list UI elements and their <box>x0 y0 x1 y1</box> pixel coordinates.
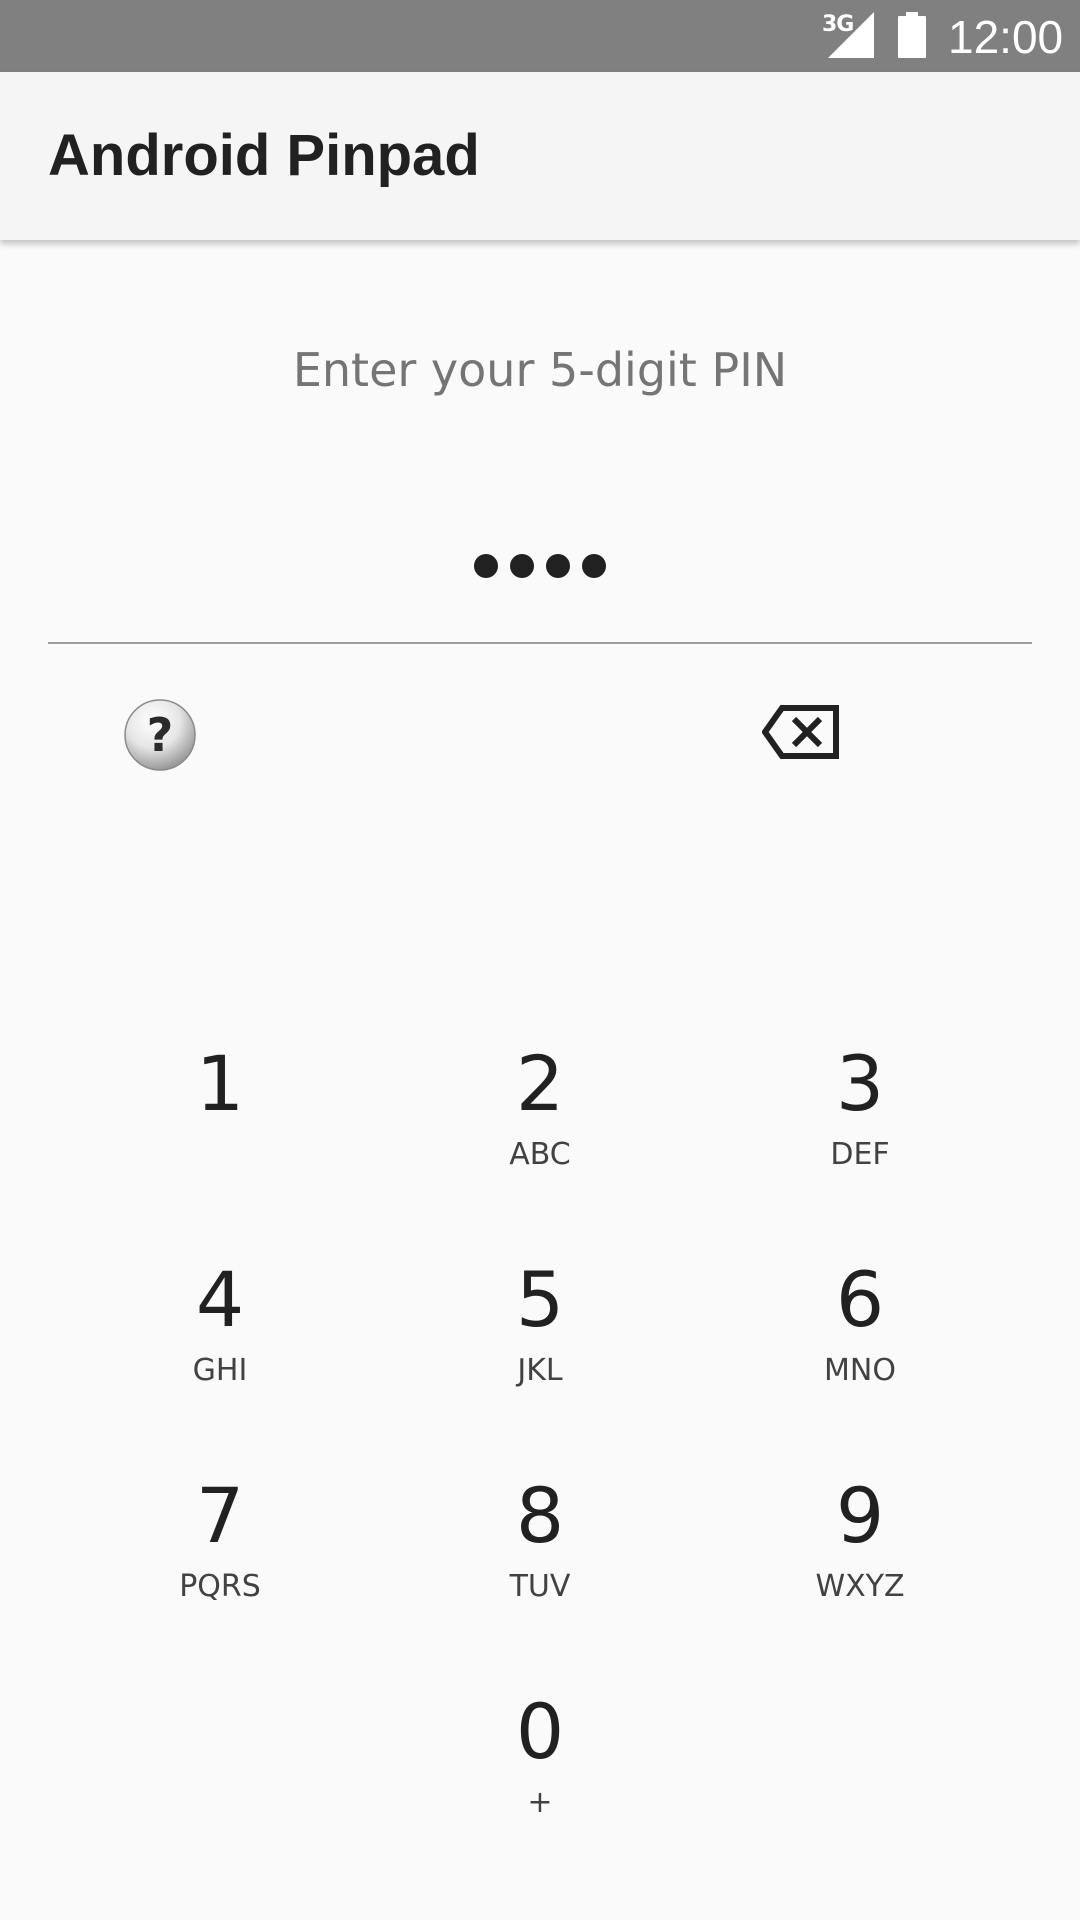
key-2[interactable]: 2 ABC <box>380 1000 700 1216</box>
status-time: 12:00 <box>948 11 1064 63</box>
key-letters: ABC <box>509 1137 571 1172</box>
help-icon[interactable]: ? <box>123 698 197 772</box>
key-digit: 9 <box>835 1471 885 1560</box>
svg-text:?: ? <box>147 708 174 762</box>
help-button[interactable] <box>60 1648 380 1864</box>
key-5[interactable]: 5 JKL <box>380 1216 700 1432</box>
pin-prompt: Enter your 5-digit PIN <box>292 343 788 397</box>
pin-dots <box>48 554 1032 578</box>
key-8[interactable]: 8 TUV <box>380 1432 700 1648</box>
key-7[interactable]: 7 PQRS <box>60 1432 380 1648</box>
key-9[interactable]: 9 WXYZ <box>700 1432 1020 1648</box>
key-digit: 1 <box>195 1039 245 1128</box>
key-letters: GHI <box>192 1353 248 1388</box>
key-letters: DEF <box>830 1137 890 1172</box>
key-digit: 6 <box>835 1255 885 1344</box>
pin-field[interactable] <box>48 540 1032 644</box>
app-bar: Android Pinpad <box>0 72 1080 240</box>
key-letters: TUV <box>509 1569 571 1604</box>
key-6[interactable]: 6 MNO <box>700 1216 1020 1432</box>
key-letters: + <box>527 1785 553 1820</box>
pin-dot <box>510 554 534 578</box>
network-type-label: 3G <box>822 12 854 37</box>
key-digit: 8 <box>515 1471 565 1560</box>
key-digit: 0 <box>515 1687 565 1776</box>
key-4[interactable]: 4 GHI <box>60 1216 380 1432</box>
key-digit: 4 <box>195 1255 245 1344</box>
pin-dot <box>582 554 606 578</box>
status-bar: 3G 12:00 <box>0 0 1080 72</box>
app-title: Android Pinpad <box>48 123 480 188</box>
key-letters: PQRS <box>179 1569 261 1604</box>
key-letters: MNO <box>824 1353 896 1388</box>
key-digit: 2 <box>515 1039 565 1128</box>
key-1[interactable]: 1 <box>60 1000 380 1216</box>
backspace-button[interactable] <box>700 1648 1020 1864</box>
keypad: 1 2 ABC 3 DEF 4 GHI 5 JKL 6 MNO 7 PQRS 8… <box>60 1000 1020 1864</box>
key-digit: 7 <box>195 1471 245 1560</box>
battery-icon <box>898 12 926 58</box>
pin-dot <box>474 554 498 578</box>
key-letters: WXYZ <box>815 1569 905 1604</box>
backspace-icon[interactable] <box>762 704 840 760</box>
key-letters: JKL <box>517 1353 563 1388</box>
pin-dot <box>546 554 570 578</box>
key-0[interactable]: 0 + <box>380 1648 700 1864</box>
key-digit: 5 <box>515 1255 565 1344</box>
key-digit: 3 <box>835 1039 885 1128</box>
key-3[interactable]: 3 DEF <box>700 1000 1020 1216</box>
